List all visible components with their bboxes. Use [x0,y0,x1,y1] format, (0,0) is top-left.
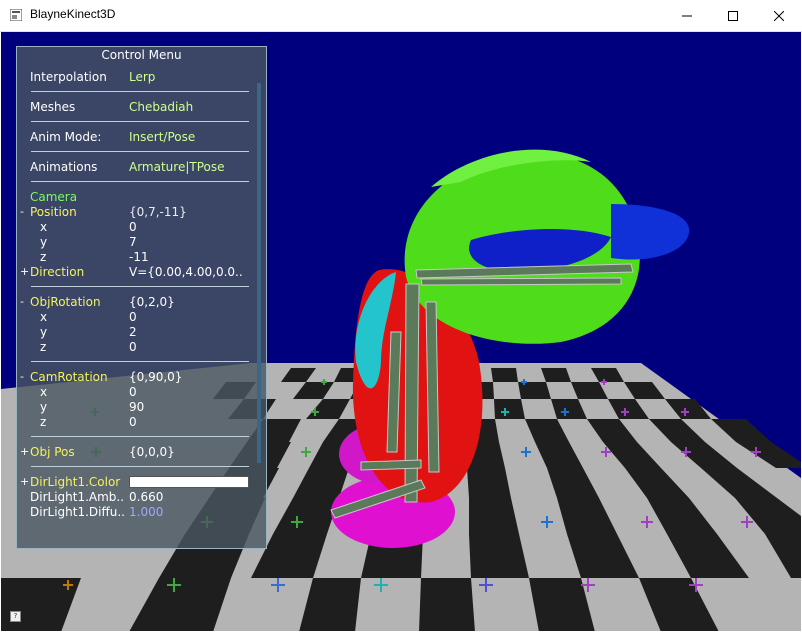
obj-rotation-x-label: x [40,310,48,324]
separator [31,91,249,92]
separator [31,121,249,122]
maximize-button[interactable] [710,0,756,31]
obj-rotation-toggle[interactable]: - [20,295,24,308]
position-z-label: z [40,250,47,264]
dirlight-color-toggle[interactable]: + [20,475,29,488]
position-label[interactable]: Position [30,205,77,219]
animations-value[interactable]: Armature|TPose [129,160,225,174]
obj-pos-toggle[interactable]: + [20,445,29,458]
direction-label[interactable]: Direction [30,265,84,279]
separator [31,181,249,182]
maximize-icon [728,10,738,21]
cam-rotation-z-value[interactable]: 0 [129,415,137,429]
minimize-icon [682,15,692,16]
position-value: {0,7,-11} [129,205,187,219]
direction-value: V={0.00,4.00,0.0.. [129,265,243,279]
window-title: BlayneKinect3D [30,7,116,21]
cam-rotation-x-label: x [40,385,48,399]
obj-rotation-y-label: y [40,325,48,339]
cam-rotation-x-value[interactable]: 0 [129,385,137,399]
interpolation-label: Interpolation [30,70,107,84]
dirlight-diffuse-value[interactable]: 1.000 [129,505,163,519]
corner-widget-icon[interactable]: ? [10,611,21,622]
anim-mode-label: Anim Mode: [30,130,102,144]
obj-rotation-value: {0,2,0} [129,295,175,309]
anim-mode-value[interactable]: Insert/Pose [129,130,195,144]
dirlight-ambient-label: DirLight1.Amb.. [30,490,125,504]
position-y-value[interactable]: 7 [129,235,137,249]
cam-rotation-label[interactable]: CamRotation [30,370,108,384]
menu-scrollbar[interactable] [257,83,261,463]
cam-rotation-value: {0,90,0} [129,370,183,384]
separator [31,286,249,287]
separator [31,466,249,467]
cam-rotation-z-label: z [40,415,47,429]
separator [31,151,249,152]
direction-toggle[interactable]: + [20,265,29,278]
meshes-label: Meshes [30,100,76,114]
position-x-value[interactable]: 0 [129,220,137,234]
animations-label: Animations [30,160,98,174]
camera-header: Camera [30,190,78,204]
model-beak-blue [611,204,690,260]
control-menu-panel: Control Menu Interpolation Lerp Meshes C… [16,46,267,549]
meshes-value[interactable]: Chebadiah [129,100,193,114]
separator [31,361,249,362]
close-icon [774,10,784,21]
obj-rotation-z-value[interactable]: 0 [129,340,137,354]
title-bar: BlayneKinect3D [0,0,802,32]
obj-rotation-y-value[interactable]: 2 [129,325,137,339]
dirlight-color-label[interactable]: DirLight1.Color [30,475,120,489]
position-x-label: x [40,220,48,234]
dirlight-diffuse-label: DirLight1.Diffu.. [30,505,125,519]
cam-rotation-toggle[interactable]: - [20,370,24,383]
obj-rotation-x-value[interactable]: 0 [129,310,137,324]
cam-rotation-y-value[interactable]: 90 [129,400,144,414]
close-button[interactable] [756,0,802,31]
position-z-value[interactable]: -11 [129,250,149,264]
obj-rotation-label[interactable]: ObjRotation [30,295,101,309]
separator [31,436,249,437]
dirlight-color-swatch[interactable] [129,476,249,488]
control-menu-title[interactable]: Control Menu [17,48,266,62]
interpolation-value[interactable]: Lerp [129,70,155,84]
position-toggle[interactable]: - [20,205,24,218]
obj-pos-value: {0,0,0} [129,445,175,459]
app-icon [10,9,22,21]
position-y-label: y [40,235,48,249]
minimize-button[interactable] [664,0,710,31]
dirlight-ambient-value[interactable]: 0.660 [129,490,163,504]
obj-rotation-z-label: z [40,340,47,354]
cam-rotation-y-label: y [40,400,48,414]
obj-pos-label[interactable]: Obj Pos [30,445,75,459]
